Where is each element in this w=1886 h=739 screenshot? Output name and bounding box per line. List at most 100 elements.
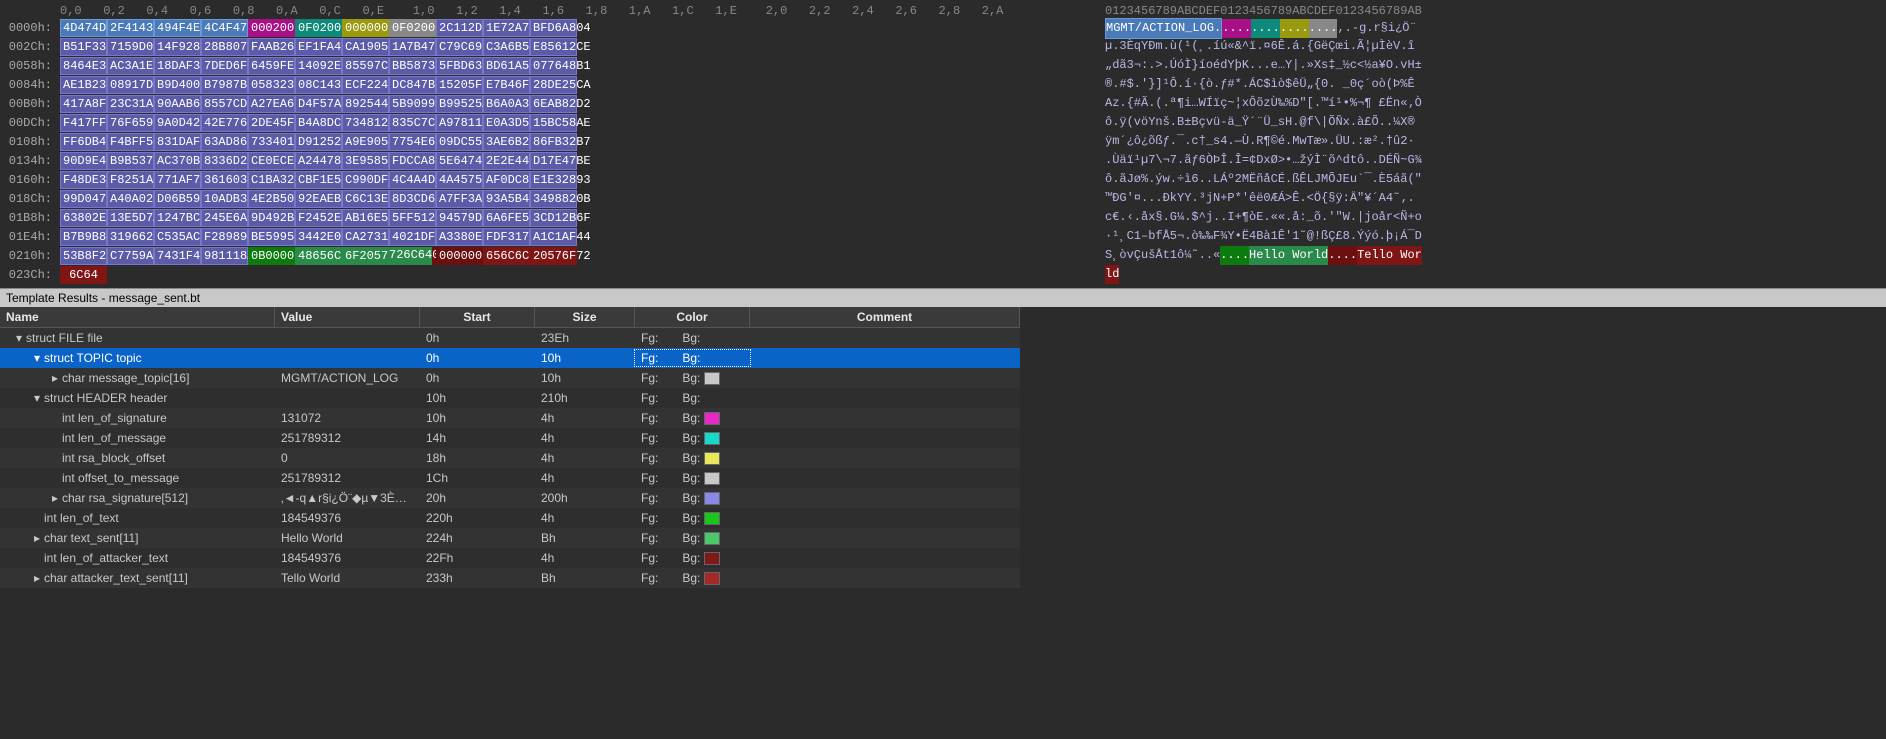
expander-icon[interactable]: ▸ (48, 371, 62, 385)
hex-cell[interactable]: AC3A1E3E (107, 57, 154, 75)
hex-cell[interactable]: 93A5B441 (483, 190, 530, 208)
hex-row[interactable]: 0210h:53B8F276C7759AC57431F4BC981118AB0B… (0, 246, 1095, 265)
hex-cell[interactable]: B6A0A3C9 (483, 95, 530, 113)
table-row[interactable]: ▸char text_sent[11]Hello World224hBhFg:B… (0, 528, 1020, 548)
ascii-row[interactable]: µ.3ÈqYÐm.ù(¹(¸.íú«&^ï.¤6Ê.á.{GëÇœi.Ã¦µÌè… (1105, 37, 1886, 56)
hex-cell[interactable]: 63AD865F (201, 133, 248, 151)
hex-cell[interactable]: C990DFCA (342, 171, 389, 189)
hex-cell[interactable]: 76F6596E (107, 114, 154, 132)
hex-cell[interactable]: A3380EDD (436, 228, 483, 246)
hex-cell[interactable]: 90D9E4CF (60, 152, 107, 170)
hex-cell[interactable]: BD61A54F (483, 57, 530, 75)
hex-cell[interactable]: 00000054 (436, 247, 483, 265)
hex-cell[interactable]: BE5995CB (248, 228, 295, 246)
hex-cell[interactable]: E1E32893 (530, 171, 577, 189)
hex-cell[interactable]: 15BC58AE (530, 114, 577, 132)
expander-icon[interactable]: ▸ (30, 531, 44, 545)
hex-row[interactable]: 002Ch:B51F33C87159D06D14F928B928B807EDFA… (0, 37, 1095, 56)
hex-cell[interactable]: F8251AFD (107, 171, 154, 189)
col-name[interactable]: Name (0, 307, 275, 327)
ascii-row[interactable]: S¸òvÇušÅt1ô¼˜..«....Hello World....Tello… (1105, 246, 1886, 265)
table-row[interactable]: int rsa_block_offset018h4hFg:Bg: (0, 448, 1020, 468)
hex-cell[interactable]: C1BA324D (248, 171, 295, 189)
hex-cell[interactable]: A7FF3AC4 (436, 190, 483, 208)
hex-cell[interactable]: 831DAF8F (154, 133, 201, 151)
ascii-row[interactable]: Az.{#Ã.(.ª¶i…WÍïç~¦xÔõzÙ‰%D"[.™í¹•%¬¶ £Ë… (1105, 94, 1886, 113)
hex-cell[interactable]: 4C4F4700 (201, 19, 248, 37)
expander-icon[interactable]: ▾ (30, 351, 44, 365)
hex-cell[interactable]: 28DE25CA (530, 76, 577, 94)
hex-row[interactable]: 0000h:4D474D542F414354494F4E5F4C4F470000… (0, 18, 1095, 37)
hex-cell[interactable]: 15205F30 (436, 76, 483, 94)
hex-cell[interactable]: 2C112D67 (436, 19, 483, 37)
col-start[interactable]: Start (420, 307, 535, 327)
hex-cell[interactable]: C79C690A (436, 38, 483, 56)
hex-cell[interactable]: D17E47BE (530, 152, 577, 170)
table-row[interactable]: int len_of_attacker_text18454937622Fh4hF… (0, 548, 1020, 568)
col-color[interactable]: Color (635, 307, 750, 327)
hex-cell[interactable]: 4C4A4DD5 (389, 171, 436, 189)
hex-cell[interactable]: 73481240 (342, 114, 389, 132)
col-comment[interactable]: Comment (750, 307, 1020, 327)
hex-cell[interactable]: 63802E8B (60, 209, 107, 227)
hex-cell[interactable]: 6F20576F (342, 247, 389, 265)
hex-cell[interactable]: A1C1AF44 (530, 228, 577, 246)
hex-cell[interactable]: 9A0D42B1 (154, 114, 201, 132)
ascii-row[interactable]: .Ùäï¹µ7\¬7.ãƒ6ÒÞÎ.Î=¢DxØ>•…žýÌ¨õ^dtô..DÉ… (1105, 151, 1886, 170)
hex-row[interactable]: 00B0h:417A8F7B23C31A2890AAB6698557CDEFA2… (0, 94, 1095, 113)
hex-cell[interactable]: 08C14324 (295, 76, 342, 94)
hex-cell[interactable]: 7754E6BB (389, 133, 436, 151)
hex-cell[interactable]: 00020000 (248, 19, 295, 37)
hex-cell[interactable]: 3442E031 (295, 228, 342, 246)
hex-cell[interactable]: 656C6C6F (483, 247, 530, 265)
hex-cell[interactable]: 85597C04 (342, 57, 389, 75)
hex-cell[interactable]: 20576F72 (530, 247, 577, 265)
hex-cell[interactable]: F417FF28 (60, 114, 107, 132)
hex-cell[interactable]: B7987BF2 (201, 76, 248, 94)
hex-cell[interactable]: 494F4E5F (154, 19, 201, 37)
hex-cell[interactable]: DC847B30 (389, 76, 436, 94)
hex-cell[interactable]: AB16E53A (342, 209, 389, 227)
hex-cell[interactable]: AF0DC835 (483, 171, 530, 189)
hex-row[interactable]: 01E4h:B7B9B84331966266C535AC90F2898946BE… (0, 227, 1095, 246)
hex-cell[interactable]: A978111D (436, 114, 483, 132)
hex-cell[interactable]: 5FF51292 (389, 209, 436, 227)
hex-cell[interactable]: 0F020000 (389, 19, 436, 37)
hex-row[interactable]: 0084h:AE1B232408917D5DB9D400EDB7987BF205… (0, 75, 1095, 94)
hex-cell[interactable]: CA273198 (342, 228, 389, 246)
hex-cell[interactable]: 94579D7C (436, 209, 483, 227)
hex-cell[interactable]: 1E72A769 (483, 19, 530, 37)
hex-cell[interactable]: 417A8F7B (60, 95, 107, 113)
table-row[interactable]: ▸char attacker_text_sent[11]Tello World2… (0, 568, 1020, 588)
hex-cell[interactable]: C535AC90 (154, 228, 201, 246)
expander-icon[interactable]: ▾ (30, 391, 44, 405)
table-row[interactable]: ▾struct HEADER header10h210hFg:Bg: (0, 388, 1020, 408)
hex-cell[interactable]: 28B807ED (201, 38, 248, 56)
hex-cell[interactable]: B4A8DC5F (295, 114, 342, 132)
hex-cell[interactable]: 0583232A (248, 76, 295, 94)
hex-cell[interactable]: E7B46FF2 (483, 76, 530, 94)
hex-cell[interactable]: 18DAF3CC (154, 57, 201, 75)
hex-cell[interactable]: BB587387 (389, 57, 436, 75)
hex-cell[interactable]: ECF224EA (342, 76, 389, 94)
hex-cell[interactable]: 10ADB36A (201, 190, 248, 208)
ascii-row[interactable]: ®.#$.'}]¹Ô.í·{ò.ƒ#*.ÁC$ìò$êÜ„{0. _0ç´oò(… (1105, 75, 1886, 94)
ascii-row[interactable]: ô.ãJø%.ýw.÷ì6..LÁº2MËñåCÉ.ßÊLJMÕJEu`¯.È5… (1105, 170, 1886, 189)
table-row[interactable]: int offset_to_message2517893121Ch4hFg:Bg… (0, 468, 1020, 488)
hex-cell[interactable]: 1A7B47EB (389, 38, 436, 56)
hex-cell[interactable]: 2E2E44C9 (483, 152, 530, 170)
table-row[interactable]: int len_of_text184549376220h4hFg:Bg: (0, 508, 1020, 528)
hex-cell[interactable]: 2F414354 (107, 19, 154, 37)
hex-cell[interactable]: 53B8F276 (60, 247, 107, 265)
hex-cell[interactable]: 13E5D7A7 (107, 209, 154, 227)
table-row[interactable]: ▾struct TOPIC topic0h10hFg:Bg: (0, 348, 1020, 368)
hex-cell[interactable]: 7431F4BC (154, 247, 201, 265)
hex-row[interactable]: 01B8h:63802E8B13E5D7A71247BC17245E6A1F9D… (0, 208, 1095, 227)
hex-cell[interactable]: E0A3D50D (483, 114, 530, 132)
hex-cell[interactable]: 4E2B502A (248, 190, 295, 208)
hex-cell[interactable]: AE1B2324 (60, 76, 107, 94)
hex-row[interactable]: 0058h:8464E333AC3A1E3E18DAF3CC7DED6FE964… (0, 56, 1095, 75)
hex-cell[interactable]: 42E776FC (201, 114, 248, 132)
hex-cell[interactable]: 6459FE4B (248, 57, 295, 75)
hex-cell[interactable]: 9D492BB6 (248, 209, 295, 227)
